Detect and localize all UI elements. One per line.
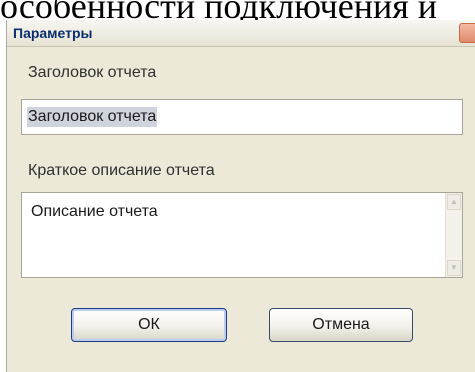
scroll-down-arrow-icon[interactable]: ▼ (447, 260, 461, 276)
description-value: Описание отчета (31, 203, 158, 220)
close-icon[interactable] (459, 23, 475, 43)
cancel-button[interactable]: Отмена (269, 308, 413, 342)
parameters-dialog: Параметры Заголовок отчета Заголовок отч… (6, 20, 475, 372)
description-scrollbar[interactable]: ▲ ▼ (445, 193, 462, 277)
dialog-title: Параметры (13, 25, 93, 41)
report-title-label: Заголовок отчета (28, 64, 157, 81)
description-textarea[interactable]: Описание отчета ▲ ▼ (21, 192, 463, 278)
report-title-input[interactable]: Заголовок отчета (21, 99, 463, 135)
ok-button[interactable]: ОК (71, 308, 227, 342)
description-label: Краткое описание отчета (28, 162, 215, 179)
scroll-up-arrow-icon[interactable]: ▲ (447, 194, 461, 210)
title-bar[interactable]: Параметры (7, 20, 475, 47)
report-title-value: Заголовок отчета (27, 107, 158, 127)
